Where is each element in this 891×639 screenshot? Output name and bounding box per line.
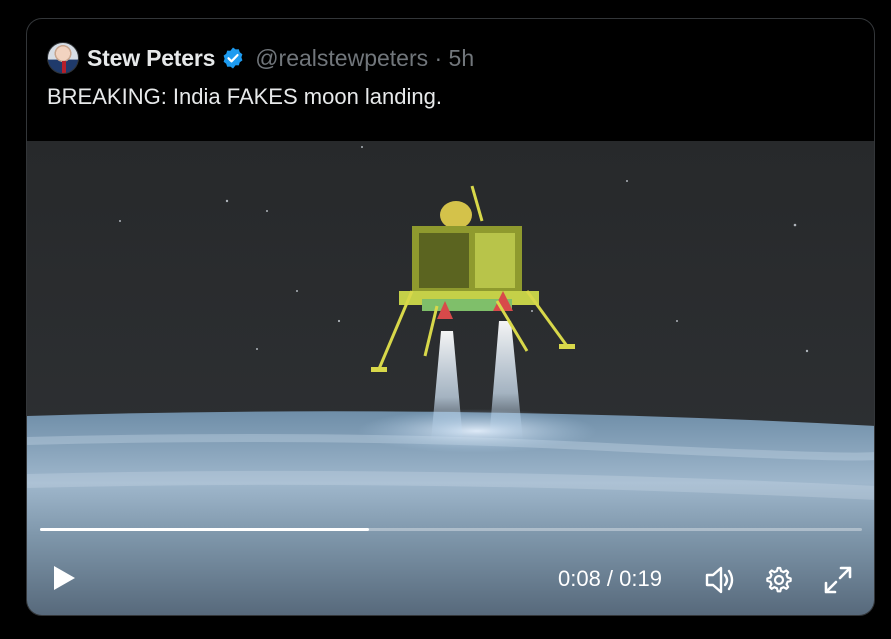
play-button[interactable] <box>49 563 79 593</box>
progress-bar[interactable] <box>40 528 862 531</box>
tweet-text: BREAKING: India FAKES moon landing. <box>47 84 442 109</box>
video-frame <box>27 141 874 615</box>
fullscreen-button[interactable] <box>821 563 855 597</box>
settings-button[interactable] <box>762 563 796 597</box>
tweet-header: Stew Peters @realstewpeters · 5h <box>47 41 474 75</box>
tweet-card[interactable]: Stew Peters @realstewpeters · 5h BREAKIN… <box>26 18 875 616</box>
progress-fill <box>40 528 369 531</box>
avatar[interactable] <box>47 42 79 74</box>
settings-gear-icon <box>766 566 792 593</box>
video-player[interactable]: 0:08 / 0:19 <box>27 141 874 615</box>
volume-icon <box>705 566 734 594</box>
play-icon <box>54 566 75 590</box>
verified-badge-icon <box>220 45 246 71</box>
fullscreen-icon <box>824 566 852 594</box>
author-name[interactable]: Stew Peters <box>87 45 215 72</box>
time-display: 0:08 / 0:19 <box>558 566 662 591</box>
handle-and-timestamp[interactable]: @realstewpeters · 5h <box>255 45 474 72</box>
volume-button[interactable] <box>703 563 737 597</box>
